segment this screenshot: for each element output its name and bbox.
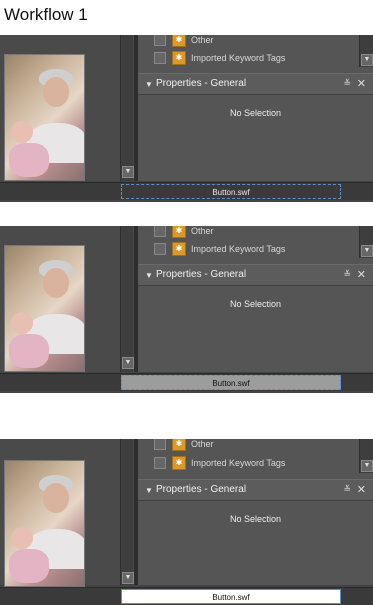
- photo-pane: ▼: [0, 439, 134, 587]
- keyword-item-other[interactable]: ✱ Other: [154, 226, 214, 240]
- keyword-item-imported[interactable]: ✱ Imported Keyword Tags: [154, 49, 285, 67]
- tag-icon: ✱: [172, 242, 186, 256]
- tag-icon: ✱: [172, 51, 186, 65]
- photo-scrollbar[interactable]: ▼: [120, 35, 134, 181]
- checkbox[interactable]: [154, 52, 166, 64]
- keyword-label: Other: [191, 35, 214, 45]
- keyword-label: Imported Keyword Tags: [191, 244, 286, 254]
- right-panels: ✱ Other ✱ Imported Keyword Tags ▼ ▼ Prop…: [138, 439, 373, 585]
- checkbox[interactable]: [154, 439, 166, 450]
- keyword-label: Imported Keyword Tags: [191, 53, 286, 63]
- checkbox[interactable]: [154, 243, 166, 255]
- swf-button[interactable]: Button.swf: [121, 184, 341, 199]
- page-title: Workflow 1: [4, 5, 88, 24]
- photo-thumbnail[interactable]: [4, 54, 85, 181]
- photo-scrollbar[interactable]: ▼: [120, 226, 134, 372]
- close-icon[interactable]: ✕: [357, 77, 366, 90]
- chevron-down-icon[interactable]: ▼: [361, 54, 373, 66]
- collapse-icon[interactable]: ≚: [343, 269, 351, 280]
- collapse-icon[interactable]: ≚: [343, 484, 351, 495]
- close-icon[interactable]: ✕: [357, 268, 366, 281]
- checkbox[interactable]: [154, 457, 166, 469]
- app-frame-1: ▼ ✱ Other ✱ Imported Keyword Tags ▼ ▼ Pr…: [0, 35, 373, 202]
- app-frame-2: ▼ ✱ Other ✱ Imported Keyword Tags ▼ ▼ Pr…: [0, 226, 373, 393]
- tag-icon: ✱: [172, 439, 186, 451]
- close-icon[interactable]: ✕: [357, 483, 366, 496]
- keyword-scrollbar[interactable]: ▼: [359, 439, 373, 473]
- no-selection-text: No Selection: [229, 108, 282, 118]
- expand-triangle-icon[interactable]: ▼: [145, 271, 153, 280]
- chevron-down-icon[interactable]: ▼: [361, 460, 373, 472]
- right-panels: ✱ Other ✱ Imported Keyword Tags ▼ ▼ Prop…: [138, 226, 373, 372]
- checkbox[interactable]: [154, 226, 166, 237]
- swf-button[interactable]: Button.swf: [121, 589, 341, 604]
- keyword-label: Other: [191, 226, 214, 236]
- right-panels: ✱ Other ✱ Imported Keyword Tags ▼ ▼ Prop…: [138, 35, 373, 181]
- checkbox[interactable]: [154, 35, 166, 46]
- bottom-bar: Button.swf: [0, 587, 373, 605]
- panel-title: Properties - General: [156, 484, 247, 495]
- no-selection-text: No Selection: [229, 299, 282, 309]
- tag-icon: ✱: [172, 226, 186, 238]
- tag-icon: ✱: [172, 456, 186, 470]
- keyword-label: Imported Keyword Tags: [191, 458, 286, 468]
- photo-pane: ▼: [0, 226, 134, 372]
- properties-panel-header[interactable]: ▼ Properties - General ≚ ✕: [138, 264, 373, 286]
- panel-title: Properties - General: [156, 269, 247, 280]
- no-selection-text: No Selection: [229, 514, 282, 524]
- collapse-icon[interactable]: ≚: [343, 78, 351, 89]
- app-frame-3: ▼ ✱ Other ✱ Imported Keyword Tags ▼ ▼ Pr…: [0, 439, 373, 605]
- chevron-down-icon[interactable]: ▼: [122, 572, 134, 584]
- chevron-down-icon[interactable]: ▼: [122, 357, 134, 369]
- photo-thumbnail[interactable]: [4, 460, 85, 587]
- photo-pane: ▼: [0, 35, 134, 181]
- bottom-bar: Button.swf: [0, 373, 373, 391]
- photo-thumbnail[interactable]: [4, 245, 85, 372]
- bottom-bar: Button.swf: [0, 182, 373, 200]
- keyword-item-imported[interactable]: ✱ Imported Keyword Tags: [154, 240, 285, 258]
- panel-title: Properties - General: [156, 78, 247, 89]
- photo-scrollbar[interactable]: ▼: [120, 439, 134, 585]
- keyword-scrollbar[interactable]: ▼: [359, 226, 373, 258]
- chevron-down-icon[interactable]: ▼: [122, 166, 134, 178]
- keyword-label: Other: [191, 439, 214, 449]
- keyword-item-other[interactable]: ✱ Other: [154, 439, 214, 453]
- tag-icon: ✱: [172, 35, 186, 47]
- properties-panel-header[interactable]: ▼ Properties - General ≚ ✕: [138, 73, 373, 95]
- properties-panel-header[interactable]: ▼ Properties - General ≚ ✕: [138, 479, 373, 501]
- expand-triangle-icon[interactable]: ▼: [145, 80, 153, 89]
- keyword-item-other[interactable]: ✱ Other: [154, 35, 214, 49]
- keyword-item-imported[interactable]: ✱ Imported Keyword Tags: [154, 454, 285, 472]
- chevron-down-icon[interactable]: ▼: [361, 245, 373, 257]
- expand-triangle-icon[interactable]: ▼: [145, 486, 153, 495]
- keyword-scrollbar[interactable]: ▼: [359, 35, 373, 67]
- swf-button[interactable]: Button.swf: [121, 375, 341, 390]
